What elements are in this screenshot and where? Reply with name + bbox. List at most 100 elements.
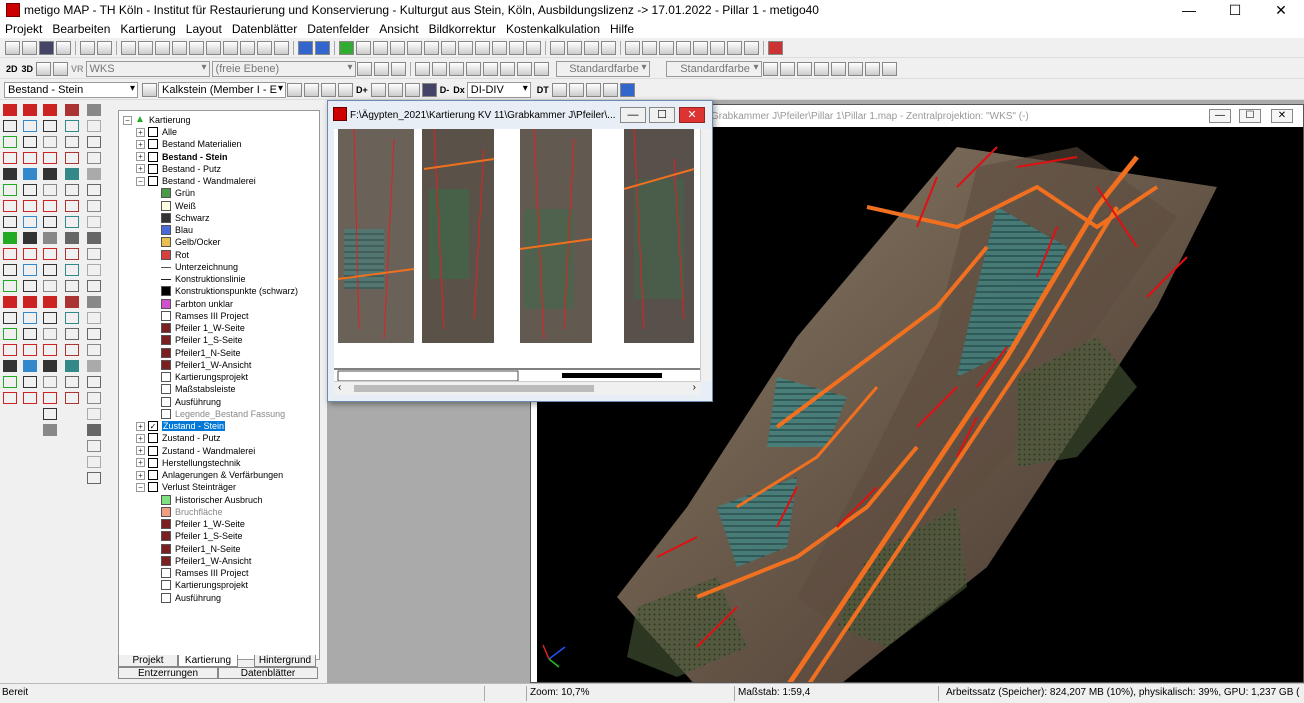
tree-node[interactable]: − Bestand - Wandmalerei	[136, 175, 256, 187]
symbol-icon[interactable]	[87, 472, 101, 484]
shape-icon[interactable]	[43, 216, 57, 228]
undo-icon[interactable]	[80, 40, 95, 55]
fill-icon[interactable]	[65, 312, 79, 324]
photo-icon[interactable]	[356, 40, 371, 55]
arc-icon[interactable]	[43, 152, 57, 164]
polygon-icon[interactable]	[43, 104, 57, 116]
align-left-icon[interactable]	[155, 40, 170, 55]
plant-icon[interactable]	[43, 392, 57, 404]
main-window-close-button[interactable]: ✕	[1271, 109, 1293, 123]
circle-icon[interactable]	[23, 168, 37, 180]
fill-icon[interactable]	[65, 296, 79, 308]
fill-icon[interactable]	[65, 216, 79, 228]
tree-node[interactable]: + Zustand - Wandmalerei	[136, 445, 255, 457]
plan-window-close-button[interactable]: ✕	[679, 107, 705, 123]
tree-node[interactable]: Pfeiler 1_W-Seite	[161, 518, 245, 530]
plan-window-vertical-scrollbar[interactable]	[700, 129, 712, 381]
menu-kostenkalkulation[interactable]: Kostenkalkulation	[501, 22, 605, 36]
distribute-v-icon[interactable]	[206, 40, 221, 55]
zoom-all-icon[interactable]	[710, 40, 725, 55]
minimize-button[interactable]: —	[1166, 0, 1212, 20]
tab-hintergrund[interactable]: Hintergrund	[254, 655, 316, 667]
array-icon[interactable]	[23, 392, 37, 404]
scroll-left-icon[interactable]: ‹	[338, 382, 341, 393]
fill-icon[interactable]	[65, 392, 79, 404]
expand-icon[interactable]: +	[136, 470, 145, 480]
collapse-icon[interactable]: −	[136, 176, 145, 186]
tree-node[interactable]: Legende_Bestand Fassung	[161, 408, 285, 420]
cut-icon[interactable]	[3, 232, 17, 244]
text-icon[interactable]	[43, 296, 57, 308]
tree-node[interactable]: Pfeiler1_N-Seite	[161, 543, 241, 555]
grid-toggle-icon[interactable]	[550, 40, 565, 55]
shape-icon[interactable]	[43, 248, 57, 260]
zoom-in-icon[interactable]	[625, 40, 640, 55]
data-remove-button[interactable]: D-	[438, 85, 452, 95]
menu-kartierung[interactable]: Kartierung	[115, 22, 180, 36]
tree-node[interactable]: − Verlust Steinträger	[136, 481, 236, 493]
tree-node[interactable]: Konstruktionslinie	[161, 273, 246, 285]
symbol-icon[interactable]	[87, 120, 101, 132]
arrow-icon[interactable]	[830, 61, 846, 76]
visibility-checkbox[interactable]	[148, 151, 158, 162]
symbol-icon[interactable]	[87, 168, 101, 180]
collapse-icon[interactable]: −	[123, 115, 132, 125]
fill-icon[interactable]	[65, 344, 79, 356]
cross-icon[interactable]	[3, 296, 17, 308]
line-color-combo[interactable]: Standardfarbe	[665, 60, 762, 77]
tree-node[interactable]: Pfeiler 1_S-Seite	[161, 334, 243, 346]
fill-icon[interactable]	[65, 136, 79, 148]
back-icon[interactable]	[274, 40, 289, 55]
cross-icon[interactable]	[3, 376, 17, 388]
table-view-icon[interactable]	[567, 40, 582, 55]
filter-icon[interactable]	[390, 61, 406, 76]
cross-icon[interactable]	[3, 360, 17, 372]
main-window-minimize-button[interactable]: —	[1209, 109, 1231, 123]
cross-icon[interactable]	[3, 344, 17, 356]
grid-icon[interactable]	[407, 40, 422, 55]
expand-icon[interactable]: +	[136, 421, 145, 431]
form-icon[interactable]	[509, 40, 524, 55]
redo-icon[interactable]	[97, 40, 112, 55]
tree-node[interactable]: Pfeiler1_N-Seite	[161, 347, 241, 359]
ellipse-icon[interactable]	[23, 184, 37, 196]
circle-icon[interactable]	[43, 168, 57, 180]
offset-icon[interactable]	[23, 200, 37, 212]
visibility-checkbox[interactable]	[148, 470, 158, 480]
record-sheet-icon[interactable]	[585, 82, 601, 97]
split-icon[interactable]	[23, 312, 37, 324]
rect-icon[interactable]	[3, 168, 17, 180]
split-icon[interactable]	[36, 61, 52, 76]
measure-icon[interactable]	[43, 280, 57, 292]
break-icon[interactable]	[23, 328, 37, 340]
cross-icon[interactable]	[3, 328, 17, 340]
freehand-icon[interactable]	[23, 104, 37, 116]
data-table-button[interactable]: DT	[535, 85, 551, 95]
visibility-checkbox[interactable]	[148, 176, 158, 186]
layer-settings-icon[interactable]	[338, 82, 353, 97]
symbol-icon[interactable]	[87, 232, 101, 244]
tab-kartierung[interactable]: Kartierung	[178, 655, 238, 667]
symbol-icon[interactable]	[87, 440, 101, 452]
shape-icon[interactable]	[43, 232, 57, 244]
table-icon[interactable]	[424, 40, 439, 55]
visibility-checkbox[interactable]	[148, 127, 158, 137]
record-link-icon[interactable]	[619, 82, 635, 97]
tree-node[interactable]: Bruchfläche	[161, 506, 223, 518]
tree-node[interactable]: Ausführung	[161, 396, 221, 408]
curve-icon[interactable]	[23, 120, 37, 132]
fill-icon[interactable]	[65, 152, 79, 164]
symbol-icon[interactable]	[87, 136, 101, 148]
tree-node[interactable]: Konstruktionspunkte (schwarz)	[161, 285, 298, 297]
tree-icon[interactable]	[43, 424, 57, 436]
join-icon[interactable]	[23, 296, 37, 308]
zoom-100-icon[interactable]	[727, 40, 742, 55]
align-icon[interactable]	[23, 280, 37, 292]
tree-node[interactable]: + Bestand - Putz	[136, 163, 221, 175]
main-window-maximize-button[interactable]: ☐	[1239, 109, 1261, 123]
fill-icon[interactable]	[65, 264, 79, 276]
plane-combo[interactable]: (freie Ebene)	[211, 60, 356, 77]
tree-node[interactable]: Blau	[161, 224, 193, 236]
symbol-icon[interactable]	[87, 184, 101, 196]
tree-node[interactable]: + Herstellungstechnik	[136, 457, 241, 469]
